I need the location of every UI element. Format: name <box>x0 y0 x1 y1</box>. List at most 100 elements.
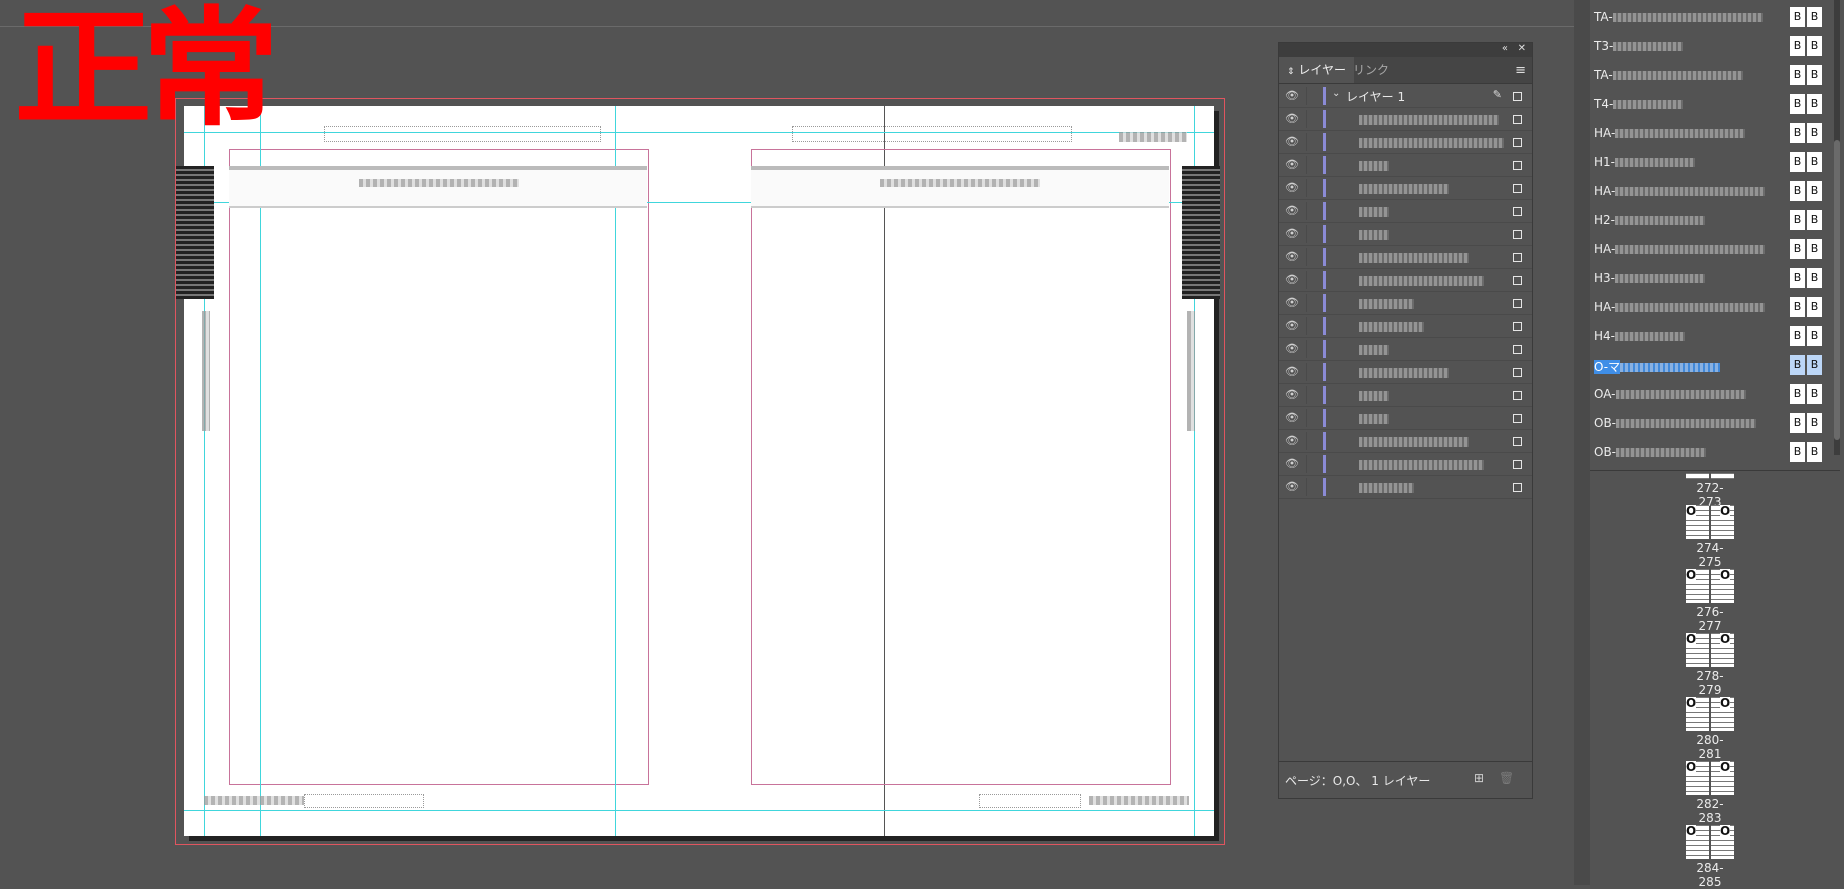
layer-row[interactable]: 👁 <box>1279 154 1532 177</box>
chevron-down-icon[interactable]: ⌄ <box>1332 88 1340 99</box>
master-thumb[interactable]: B <box>1790 355 1805 375</box>
master-label[interactable]: TA- <box>1594 68 1743 82</box>
layer-name-redacted[interactable] <box>1359 204 1389 217</box>
selection-square[interactable] <box>1513 253 1522 262</box>
selection-square[interactable] <box>1513 345 1522 354</box>
layer-name-redacted[interactable] <box>1359 296 1414 309</box>
master-thumb[interactable]: B <box>1807 239 1822 259</box>
close-icon[interactable]: ✕ <box>1518 43 1526 54</box>
master-row[interactable]: OA- B B <box>1590 381 1844 407</box>
spread-pages[interactable]: OO <box>1686 633 1734 667</box>
master-label[interactable]: H2- <box>1594 213 1705 227</box>
spread-thumbnail[interactable]: O O 280-281 <box>1685 697 1735 761</box>
layer-row[interactable]: 👁 <box>1279 361 1532 384</box>
layer-row[interactable]: 👁 <box>1279 407 1532 430</box>
panel-divider[interactable] <box>1574 0 1590 885</box>
master-label[interactable]: O-マ <box>1594 358 1721 375</box>
master-thumb[interactable]: B <box>1790 7 1805 27</box>
spread-thumbnail[interactable]: O O 276-277 <box>1685 569 1735 633</box>
tab-layers[interactable]: ⇕ レイヤー <box>1279 57 1355 83</box>
eye-icon[interactable]: 👁 <box>1285 319 1299 332</box>
master-row[interactable]: T4- B B <box>1590 91 1844 117</box>
layer-name-redacted[interactable] <box>1359 365 1449 378</box>
eye-icon[interactable]: 👁 <box>1285 273 1299 286</box>
eye-icon[interactable]: 👁 <box>1285 342 1299 355</box>
layer-name-redacted[interactable] <box>1359 388 1389 401</box>
trash-icon[interactable]: 🗑 <box>1499 771 1514 785</box>
master-thumb[interactable]: B <box>1807 355 1822 375</box>
spread-pages[interactable]: OO <box>1686 505 1734 539</box>
pages-panel[interactable]: TA- B B T3- B B TA- B B T4- B B HA- B B H1- B B HA- B B H2- B B… <box>1590 0 1844 889</box>
layer-name-redacted[interactable] <box>1359 158 1389 171</box>
layer-name[interactable]: レイヤー 1 <box>1346 88 1405 104</box>
master-row[interactable]: H2- B B <box>1590 207 1844 233</box>
master-thumb[interactable]: B <box>1790 297 1805 317</box>
master-row[interactable]: H3- B B <box>1590 265 1844 291</box>
layer-name-redacted[interactable] <box>1359 273 1484 286</box>
selection-square[interactable] <box>1513 483 1522 492</box>
layers-panel[interactable]: « ✕ ⇕ レイヤー リンク ≡ 👁 ⌄ レイヤー 1 ✎ 👁 👁 👁 👁 👁 … <box>1278 42 1533 799</box>
master-thumb[interactable]: B <box>1807 326 1822 346</box>
scrollbar-thumb[interactable] <box>1834 140 1840 440</box>
eye-icon[interactable]: 👁 <box>1285 411 1299 424</box>
master-label[interactable]: H3- <box>1594 271 1705 285</box>
eye-icon[interactable]: 👁 <box>1285 457 1299 470</box>
master-thumb[interactable]: B <box>1807 210 1822 230</box>
master-thumb[interactable]: B <box>1790 94 1805 114</box>
master-thumb[interactable]: B <box>1807 297 1822 317</box>
selection-square[interactable] <box>1513 92 1522 101</box>
spread-thumbnail[interactable]: O O 274-275 <box>1685 505 1735 569</box>
master-thumb[interactable]: B <box>1807 36 1822 56</box>
layer-row[interactable]: 👁 <box>1279 292 1532 315</box>
document-spread[interactable] <box>176 106 1220 841</box>
selection-square[interactable] <box>1513 276 1522 285</box>
panel-titlebar[interactable]: « ✕ <box>1279 43 1532 57</box>
master-label[interactable]: HA- <box>1594 300 1766 314</box>
eye-icon[interactable]: 👁 <box>1285 181 1299 194</box>
master-row[interactable]: HA- B B <box>1590 236 1844 262</box>
eye-icon[interactable]: 👁 <box>1285 365 1299 378</box>
spread-page-range[interactable]: 278-279 <box>1685 669 1735 697</box>
master-label[interactable]: HA- <box>1594 126 1746 140</box>
master-row[interactable]: TA- B B <box>1590 62 1844 88</box>
master-label[interactable]: T4- <box>1594 97 1684 111</box>
master-thumb[interactable]: B <box>1807 65 1822 85</box>
master-label[interactable]: HA- <box>1594 184 1766 198</box>
master-row[interactable]: HA- B B <box>1590 178 1844 204</box>
spread-page-range[interactable]: 280-281 <box>1685 733 1735 761</box>
eye-icon[interactable]: 👁 <box>1285 388 1299 401</box>
layer-row[interactable]: 👁 <box>1279 177 1532 200</box>
master-row[interactable]: HA- B B <box>1590 294 1844 320</box>
master-label[interactable]: OA- <box>1594 387 1746 401</box>
eye-icon[interactable]: 👁 <box>1285 158 1299 171</box>
layer-row[interactable]: 👁 <box>1279 384 1532 407</box>
selection-square[interactable] <box>1513 391 1522 400</box>
master-thumb[interactable]: B <box>1790 36 1805 56</box>
master-thumb[interactable]: B <box>1807 384 1822 404</box>
master-label[interactable]: H1- <box>1594 155 1695 169</box>
selection-square[interactable] <box>1513 161 1522 170</box>
eye-icon[interactable]: 👁 <box>1285 296 1299 309</box>
master-row[interactable]: H1- B B <box>1590 149 1844 175</box>
layer-name-redacted[interactable] <box>1359 112 1499 125</box>
collapse-icon[interactable]: « <box>1502 43 1508 54</box>
layer-row[interactable]: 👁 <box>1279 338 1532 361</box>
master-thumb[interactable]: B <box>1807 268 1822 288</box>
layer-row[interactable]: 👁 <box>1279 131 1532 154</box>
spread-pages[interactable]: OO <box>1686 697 1734 731</box>
eye-icon[interactable]: 👁 <box>1285 434 1299 447</box>
master-thumb[interactable]: B <box>1807 181 1822 201</box>
page-thumb[interactable] <box>1711 473 1734 479</box>
eye-icon[interactable]: 👁 <box>1285 135 1299 148</box>
master-thumb[interactable]: B <box>1807 123 1822 143</box>
master-thumb[interactable]: B <box>1807 7 1822 27</box>
layer-row[interactable]: 👁 <box>1279 315 1532 338</box>
spread-page-range[interactable]: 274-275 <box>1685 541 1735 569</box>
spread-thumbnail[interactable]: O O 284-285 <box>1685 825 1735 889</box>
master-thumb[interactable]: B <box>1807 442 1822 462</box>
panel-menu-icon[interactable]: ≡ <box>1515 63 1526 78</box>
master-row[interactable]: O-マ B B <box>1590 352 1844 378</box>
eye-icon[interactable]: 👁 <box>1285 89 1299 102</box>
eye-icon[interactable]: 👁 <box>1285 227 1299 240</box>
tab-links[interactable]: リンク <box>1345 57 1397 83</box>
